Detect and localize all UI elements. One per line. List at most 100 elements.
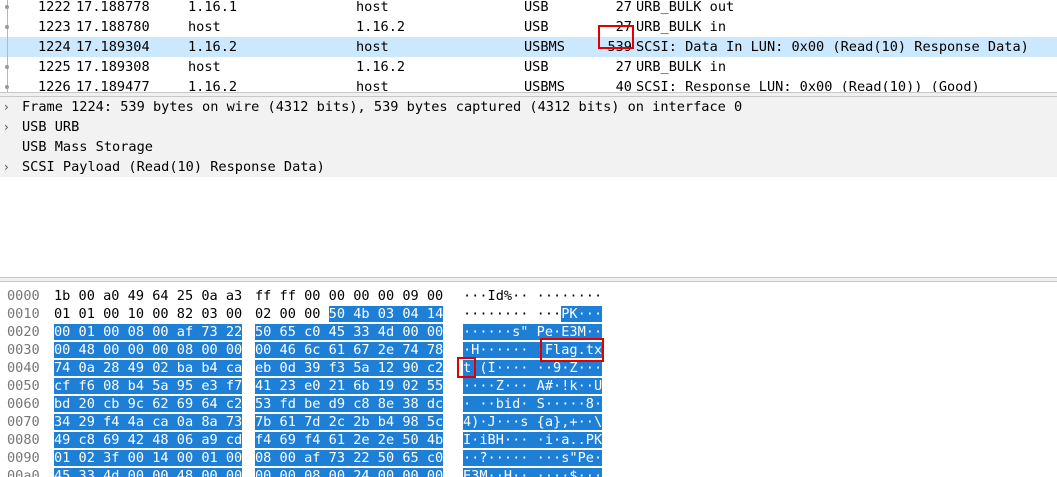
- hex-bytes-group-b[interactable]: 41 23 e0 21 6b 19 02 55: [255, 377, 444, 395]
- hex-bytes-group-b[interactable]: 00 46 6c 61 67 2e 74 78: [255, 341, 444, 359]
- hex-bytes-group-b[interactable]: 50 65 c0 45 33 4d 00 00: [255, 323, 444, 341]
- byte-offset: 0070: [7, 414, 40, 430]
- detail-tree-item[interactable]: › SCSI Payload (Read(10) Response Data): [0, 157, 1057, 177]
- ascii-bytes[interactable]: t·(I···· ··9·Z···: [463, 359, 603, 377]
- packet-source: host: [188, 59, 221, 75]
- byte-offset: 0060: [7, 396, 40, 412]
- ascii-bytes[interactable]: I·iBH··· ·i·a..PK: [463, 431, 603, 449]
- ascii-bytes[interactable]: ····Z··· A#·!k··U: [463, 377, 603, 395]
- hex-bytes-group-a[interactable]: 1b 00 a0 49 64 25 0a a3: [54, 287, 242, 305]
- ascii-bytes[interactable]: ···Id%·· ········: [463, 287, 602, 305]
- hex-bytes-group-a[interactable]: 74 0a 28 49 02 ba b4 ca: [54, 359, 243, 377]
- byte-offset: 0050: [7, 378, 40, 394]
- ascii-bytes[interactable]: E3M··H·· ····$···: [463, 467, 603, 477]
- byte-row: 00a0 45 33 4d 00 00 48 00 00 00 00 08 00 2…: [0, 467, 1057, 477]
- packet-source: 1.16.2: [188, 79, 238, 92]
- byte-row: 0030 00 48 00 00 00 08 00 00 00 46 6c 61 6…: [0, 341, 1057, 359]
- packet-protocol: USBMS: [524, 79, 565, 92]
- byte-row: 0000 1b 00 a0 49 64 25 0a a3 ff ff 00 00 0…: [0, 287, 1057, 305]
- hex-bytes-group-a[interactable]: 34 29 f4 4a ca 0a 8a 73: [54, 413, 243, 431]
- detail-label: SCSI Payload (Read(10) Response Data): [22, 159, 325, 175]
- ascii-bytes[interactable]: 4)·J···s {a},+··\: [463, 413, 603, 431]
- detail-label: Frame 1224: 539 bytes on wire (4312 bits…: [22, 99, 743, 115]
- packet-destination: 1.16.2: [356, 59, 406, 75]
- packet-row[interactable]: 1224 17.189304 1.16.2 host USBMS 539 SCSI: Dat…: [0, 37, 1057, 57]
- packet-no: 1222: [38, 0, 71, 15]
- byte-offset: 0040: [7, 360, 40, 376]
- packet-no: 1226: [38, 79, 71, 92]
- pane-splitter-bottom[interactable]: [0, 277, 1057, 282]
- packet-row[interactable]: 1223 17.188780 host 1.16.2 USB 27 URB_BULK in: [0, 17, 1057, 37]
- packet-source: 1.16.1: [188, 0, 238, 15]
- hex-bytes-group-b[interactable]: ff ff 00 00 00 00 09 00: [255, 287, 443, 305]
- ascii-bytes[interactable]: ·H······ ·Flag.tx: [463, 341, 603, 359]
- packet-details[interactable]: › Frame 1224: 539 bytes on wire (4312 bit…: [0, 97, 1057, 277]
- packet-list[interactable]: 1222 17.188778 1.16.1 host USB 27 URB_BULK out…: [0, 0, 1057, 92]
- packet-length: 27: [615, 19, 632, 35]
- expand-arrow-icon[interactable]: ›: [4, 117, 16, 137]
- byte-row: 0060 bd 20 cb 9c 62 69 64 c2 53 fd be d9 c…: [0, 395, 1057, 413]
- packet-length: 27: [615, 59, 632, 75]
- packet-length: 539: [607, 39, 632, 55]
- byte-offset: 0090: [7, 450, 40, 466]
- byte-offset: 00a0: [7, 468, 40, 477]
- hex-bytes-group-a[interactable]: 00 01 00 08 00 af 73 22: [54, 323, 243, 341]
- packet-info: SCSI: Data In LUN: 0x00 (Read(10) Respon…: [636, 39, 1029, 55]
- byte-offset: 0080: [7, 432, 40, 448]
- packet-row[interactable]: 1225 17.189308 host 1.16.2 USB 27 URB_BULK in: [0, 57, 1057, 77]
- packet-destination: host: [356, 39, 389, 55]
- packet-protocol: USB: [524, 0, 549, 15]
- hex-bytes-group-a[interactable]: 01 02 3f 00 14 00 01 00: [54, 449, 243, 467]
- hex-bytes-group-a[interactable]: 01 01 00 10 00 82 03 00: [54, 305, 242, 323]
- related-packet-dot-icon: [5, 65, 9, 69]
- detail-tree-item[interactable]: › Frame 1224: 539 bytes on wire (4312 bit…: [0, 97, 1057, 117]
- related-packet-dot-icon: [5, 25, 9, 29]
- detail-tree-item[interactable]: › USB URB: [0, 117, 1057, 137]
- packet-row[interactable]: 1226 17.189477 1.16.2 host USBMS 40 SCSI: Resp…: [0, 77, 1057, 92]
- packet-protocol: USB: [524, 19, 549, 35]
- expand-arrow-icon[interactable]: ›: [4, 97, 16, 117]
- packet-row[interactable]: 1222 17.188778 1.16.1 host USB 27 URB_BULK out: [0, 0, 1057, 17]
- ascii-bytes[interactable]: · ··bid· S·····8·: [463, 395, 603, 413]
- hex-bytes-group-b[interactable]: 53 fd be d9 c8 8e 38 dc: [255, 395, 444, 413]
- hex-bytes-group-b[interactable]: 08 00 af 73 22 50 65 c0: [255, 449, 444, 467]
- packet-info: URB_BULK out: [636, 0, 735, 15]
- hex-bytes-group-b[interactable]: f4 69 f4 61 2e 2e 50 4b: [255, 431, 444, 449]
- ascii-bytes[interactable]: ······s" Pe·E3M··: [463, 323, 603, 341]
- hex-bytes-group-b[interactable]: 7b 61 7d 2c 2b b4 98 5c: [255, 413, 444, 431]
- detail-label: USB URB: [22, 119, 80, 135]
- related-packet-dot-icon: [5, 5, 9, 9]
- hex-bytes-group-a[interactable]: bd 20 cb 9c 62 69 64 c2: [54, 395, 243, 413]
- packet-destination: host: [356, 79, 389, 92]
- packet-info: URB_BULK in: [636, 59, 727, 75]
- expand-arrow-icon[interactable]: ›: [4, 157, 16, 177]
- hex-bytes-group-a[interactable]: 45 33 4d 00 00 48 00 00: [54, 467, 243, 477]
- packet-protocol: USBMS: [524, 39, 565, 55]
- packet-time: 17.189304: [76, 39, 150, 55]
- hex-bytes-group-b[interactable]: 02 00 00 50 4b 03 04 14: [255, 305, 444, 323]
- packet-time: 17.188780: [76, 19, 150, 35]
- byte-row: 0070 34 29 f4 4a ca 0a 8a 73 7b 61 7d 2c 2…: [0, 413, 1057, 431]
- packet-time: 17.189308: [76, 59, 150, 75]
- byte-row: 0020 00 01 00 08 00 af 73 22 50 65 c0 45 3…: [0, 323, 1057, 341]
- packet-time: 17.189477: [76, 79, 150, 92]
- packet-no: 1225: [38, 59, 71, 75]
- hex-bytes-group-a[interactable]: 49 c8 69 42 48 06 a9 cd: [54, 431, 243, 449]
- hex-bytes-group-b[interactable]: 00 00 08 00 24 00 00 00: [255, 467, 444, 477]
- packet-no: 1224: [38, 39, 71, 55]
- hex-bytes-group-b[interactable]: eb 0d 39 f3 5a 12 90 c2: [255, 359, 444, 377]
- byte-row: 0090 01 02 3f 00 14 00 01 00 08 00 af 73 2…: [0, 449, 1057, 467]
- byte-offset: 0020: [7, 324, 40, 340]
- byte-row: 0080 49 c8 69 42 48 06 a9 cd f4 69 f4 61 2…: [0, 431, 1057, 449]
- hex-bytes-group-a[interactable]: cf f6 08 b4 5a 95 e3 f7: [54, 377, 243, 395]
- packet-bytes[interactable]: 0000 1b 00 a0 49 64 25 0a a3 ff ff 00 00 0…: [0, 285, 1057, 477]
- byte-row: 0040 74 0a 28 49 02 ba b4 ca eb 0d 39 f3 5…: [0, 359, 1057, 377]
- detail-tree-item[interactable]: USB Mass Storage: [0, 137, 1057, 157]
- packet-length: 40: [615, 79, 632, 92]
- ascii-bytes[interactable]: ········ ···PK···: [463, 305, 603, 323]
- byte-row: 0050 cf f6 08 b4 5a 95 e3 f7 41 23 e0 21 6…: [0, 377, 1057, 395]
- ascii-bytes[interactable]: ··?····· ···s"Pe·: [463, 449, 603, 467]
- hex-bytes-group-a[interactable]: 00 48 00 00 00 08 00 00: [54, 341, 243, 359]
- packet-protocol: USB: [524, 59, 549, 75]
- packet-destination: host: [356, 0, 389, 15]
